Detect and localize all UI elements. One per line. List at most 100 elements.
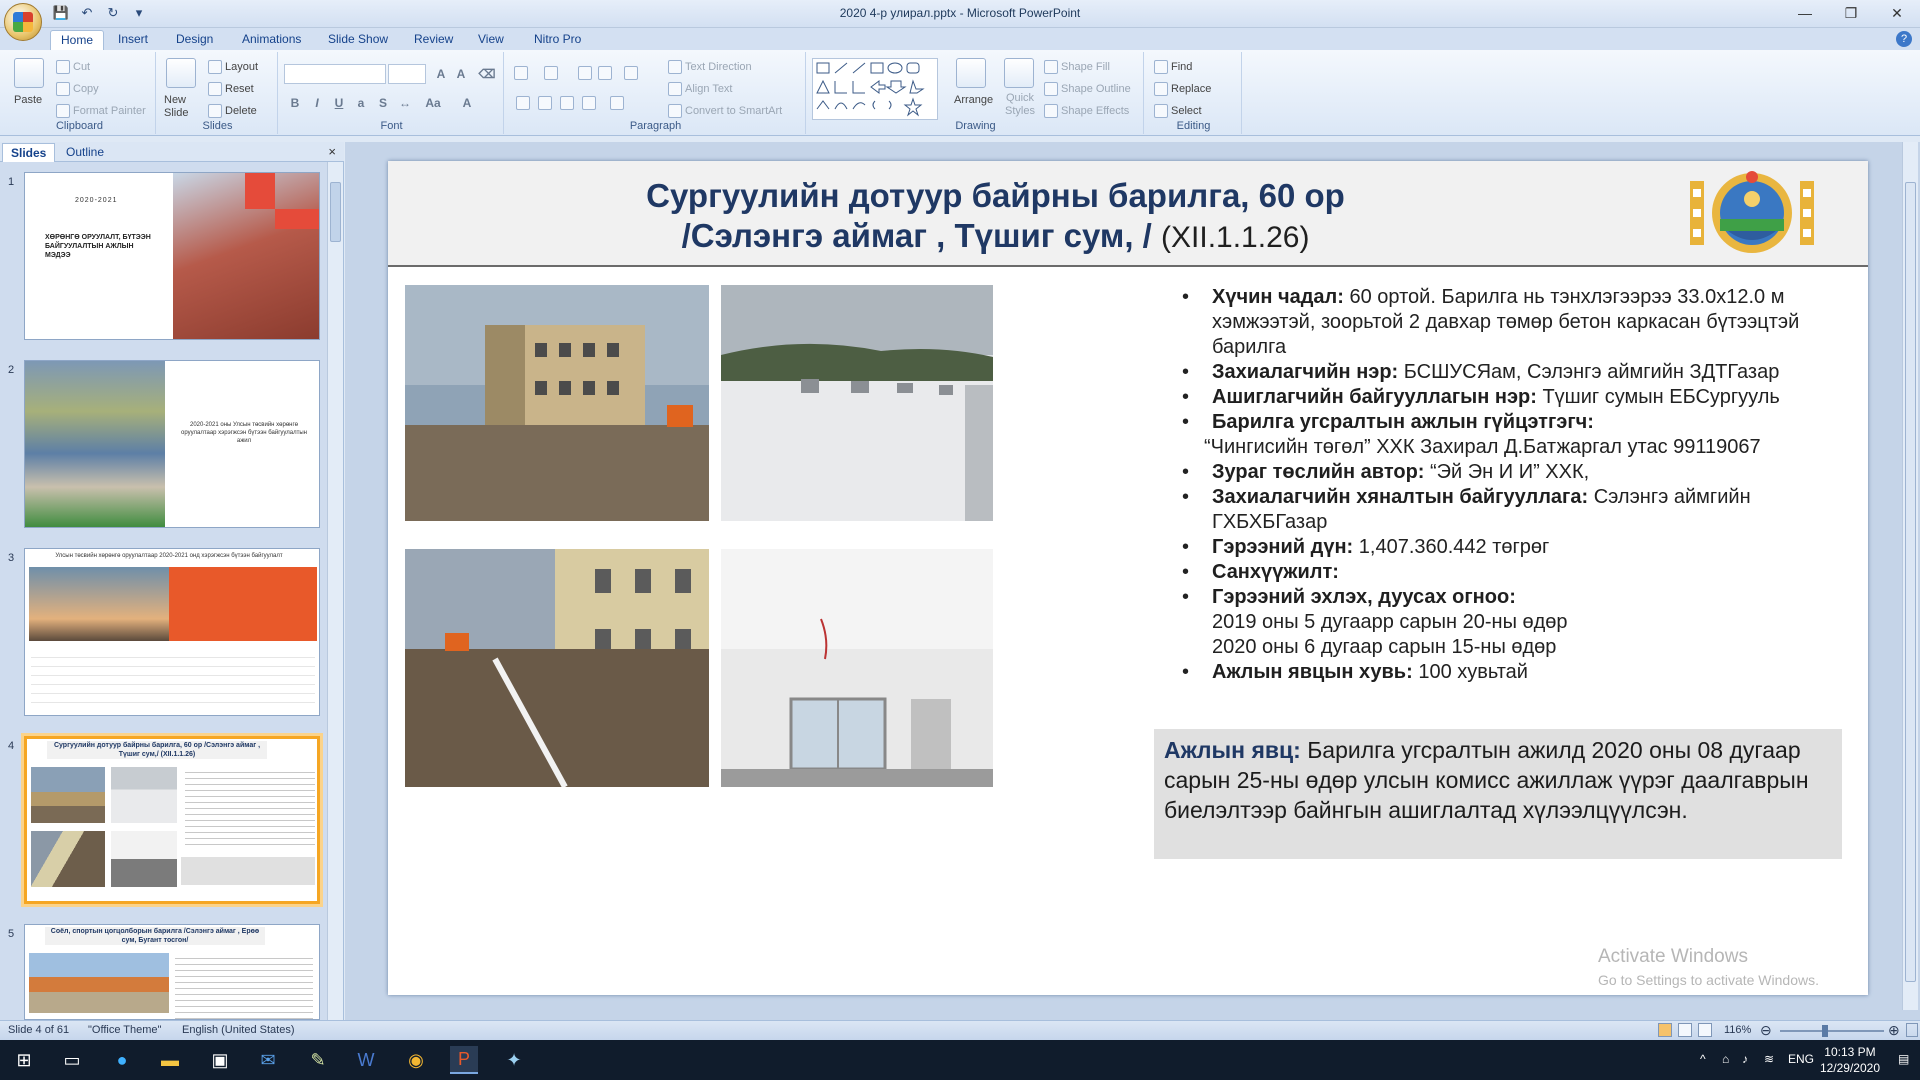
numbering-icon[interactable] [544, 66, 558, 80]
tab-slides[interactable]: Slides [2, 143, 56, 162]
zoom-slider[interactable] [1780, 1030, 1884, 1032]
info-bullet-list[interactable]: Хүчин чадал: 60 ортой. Барилга нь тэнхлэ… [1178, 285, 1838, 685]
text-shadow-icon[interactable]: S [374, 94, 392, 112]
align-left-icon[interactable] [516, 96, 530, 110]
align-text-button[interactable]: Align Text [668, 82, 733, 96]
help-icon[interactable]: ? [1896, 31, 1912, 47]
slide-thumbnail-4[interactable]: Сургуулийн дотуур байрны барилга, 60 ор … [24, 736, 320, 904]
align-right-icon[interactable] [560, 96, 574, 110]
font-color-icon[interactable]: A [458, 94, 476, 112]
zoom-in-icon[interactable]: ⊕ [1888, 1022, 1900, 1039]
layout-button[interactable]: Layout [208, 60, 258, 74]
restore-button[interactable]: ❐ [1828, 0, 1874, 26]
tab-view[interactable]: View [468, 30, 514, 50]
shape-fill-button[interactable]: Shape Fill [1044, 60, 1110, 74]
line-spacing-icon[interactable] [624, 66, 638, 80]
fit-to-window-icon[interactable] [1906, 1023, 1918, 1037]
cut-button[interactable]: Cut [56, 60, 90, 74]
bullets-icon[interactable] [514, 66, 528, 80]
slide-title-box[interactable]: Сургуулийн дотуур байрны барилга, 60 ор … [388, 161, 1868, 267]
italic-icon[interactable]: I [308, 94, 326, 112]
slide-canvas[interactable]: Сургуулийн дотуур байрны барилга, 60 ор … [388, 161, 1868, 995]
quick-styles-icon[interactable] [1004, 58, 1034, 88]
notifications-icon[interactable]: ▤ [1898, 1052, 1909, 1066]
slide-sorter-icon[interactable] [1678, 1023, 1692, 1037]
shape-effects-button[interactable]: Shape Effects [1044, 104, 1129, 118]
font-family-select[interactable] [284, 64, 386, 84]
wifi-icon[interactable]: ≋ [1764, 1052, 1774, 1066]
tab-review[interactable]: Review [404, 30, 463, 50]
normal-view-icon[interactable] [1658, 1023, 1672, 1037]
find-button[interactable]: Find [1154, 60, 1192, 74]
notepad-icon[interactable]: ✎ [304, 1046, 332, 1074]
tab-home[interactable]: Home [50, 30, 105, 50]
slide-thumbnail-3[interactable]: Улсын төсвийн хөрөнгө оруулалтаар 2020-2… [24, 548, 320, 716]
zoom-slider-handle[interactable] [1822, 1025, 1828, 1037]
arrange-button[interactable]: Arrange [954, 94, 993, 106]
new-slide-button[interactable]: New Slide [164, 94, 204, 120]
bold-icon[interactable]: B [286, 94, 304, 112]
delete-button[interactable]: Delete [208, 104, 257, 118]
quick-styles-button[interactable]: Quick Styles [1000, 92, 1040, 118]
format-painter-button[interactable]: Format Painter [56, 104, 146, 118]
columns-icon[interactable] [610, 96, 624, 110]
pane-close-icon[interactable]: × [328, 144, 336, 159]
file-explorer-icon[interactable]: ▬ [156, 1046, 184, 1074]
replace-button[interactable]: Replace [1154, 82, 1211, 96]
copy-button[interactable]: Copy [56, 82, 99, 96]
edge-browser-icon[interactable]: ● [108, 1046, 136, 1074]
editor-scroll-thumb[interactable] [1905, 182, 1916, 982]
grow-font-icon[interactable]: A [432, 65, 450, 83]
tab-design[interactable]: Design [166, 30, 223, 50]
app-icon[interactable]: ✦ [500, 1046, 528, 1074]
chrome-icon[interactable]: ◉ [402, 1046, 430, 1074]
strikethrough-icon[interactable]: a [352, 94, 370, 112]
minimize-button[interactable]: — [1782, 0, 1828, 26]
photo-interior[interactable] [721, 549, 993, 787]
zoom-level[interactable]: 116% [1724, 1024, 1751, 1036]
align-center-icon[interactable] [538, 96, 552, 110]
tab-slide-show[interactable]: Slide Show [318, 30, 398, 50]
photo-roof[interactable] [721, 285, 993, 521]
windows-start-icon[interactable]: ⊞ [10, 1046, 38, 1074]
network-icon[interactable]: ⌂ [1722, 1052, 1729, 1066]
tab-outline[interactable]: Outline [58, 143, 112, 162]
work-progress-box[interactable]: Ажлын явц: Барилга угсралтын ажилд 2020 … [1154, 729, 1842, 859]
slide-thumbnail-1[interactable]: 2020-2021 ХӨРӨНГӨ ОРУУЛАЛТ, БҮТЭЭН БАЙГУ… [24, 172, 320, 340]
underline-icon[interactable]: U [330, 94, 348, 112]
text-direction-button[interactable]: Text Direction [668, 60, 752, 74]
convert-smartart-button[interactable]: Convert to SmartArt [668, 104, 782, 118]
decrease-indent-icon[interactable] [578, 66, 592, 80]
language-indicator[interactable]: English (United States) [182, 1024, 295, 1036]
photo-foundation[interactable] [405, 549, 709, 787]
office-button[interactable] [4, 3, 42, 41]
system-clock[interactable]: 10:13 PM 12/29/2020 [1820, 1044, 1880, 1076]
word-icon[interactable]: W [352, 1046, 380, 1074]
justify-icon[interactable] [582, 96, 596, 110]
slides-pane-scrollbar[interactable] [327, 162, 343, 1020]
change-case-icon[interactable]: Aa [424, 94, 442, 112]
tab-insert[interactable]: Insert [108, 30, 158, 50]
store-icon[interactable]: ▣ [206, 1046, 234, 1074]
task-view-icon[interactable]: ▭ [58, 1046, 86, 1074]
slide-thumbnail-5[interactable]: Соёл, спортын цогцолборын барилга /Сэлэн… [24, 924, 320, 1020]
theme-name[interactable]: "Office Theme" [88, 1024, 161, 1036]
editor-scrollbar[interactable] [1902, 142, 1918, 1010]
input-language[interactable]: ENG [1788, 1052, 1814, 1066]
slide-show-icon[interactable] [1698, 1023, 1712, 1037]
slides-pane-scroll-thumb[interactable] [330, 182, 341, 242]
photo-building-exterior[interactable] [405, 285, 709, 521]
shapes-gallery[interactable] [812, 58, 938, 120]
paste-button[interactable]: Paste [14, 94, 42, 106]
close-button[interactable]: ✕ [1874, 0, 1920, 26]
tab-animations[interactable]: Animations [232, 30, 311, 50]
tab-nitro-pro[interactable]: Nitro Pro [524, 30, 591, 50]
shape-outline-button[interactable]: Shape Outline [1044, 82, 1131, 96]
volume-icon[interactable]: ♪ [1742, 1052, 1748, 1066]
char-spacing-icon[interactable]: ↔ [396, 94, 414, 112]
powerpoint-icon[interactable]: P [450, 1046, 478, 1074]
reset-button[interactable]: Reset [208, 82, 254, 96]
slide-thumbnail-2[interactable]: 2020-2021 оны Улсын төсвийн хөрөнгө оруу… [24, 360, 320, 528]
shrink-font-icon[interactable]: A [452, 65, 470, 83]
new-slide-icon[interactable] [166, 58, 196, 88]
